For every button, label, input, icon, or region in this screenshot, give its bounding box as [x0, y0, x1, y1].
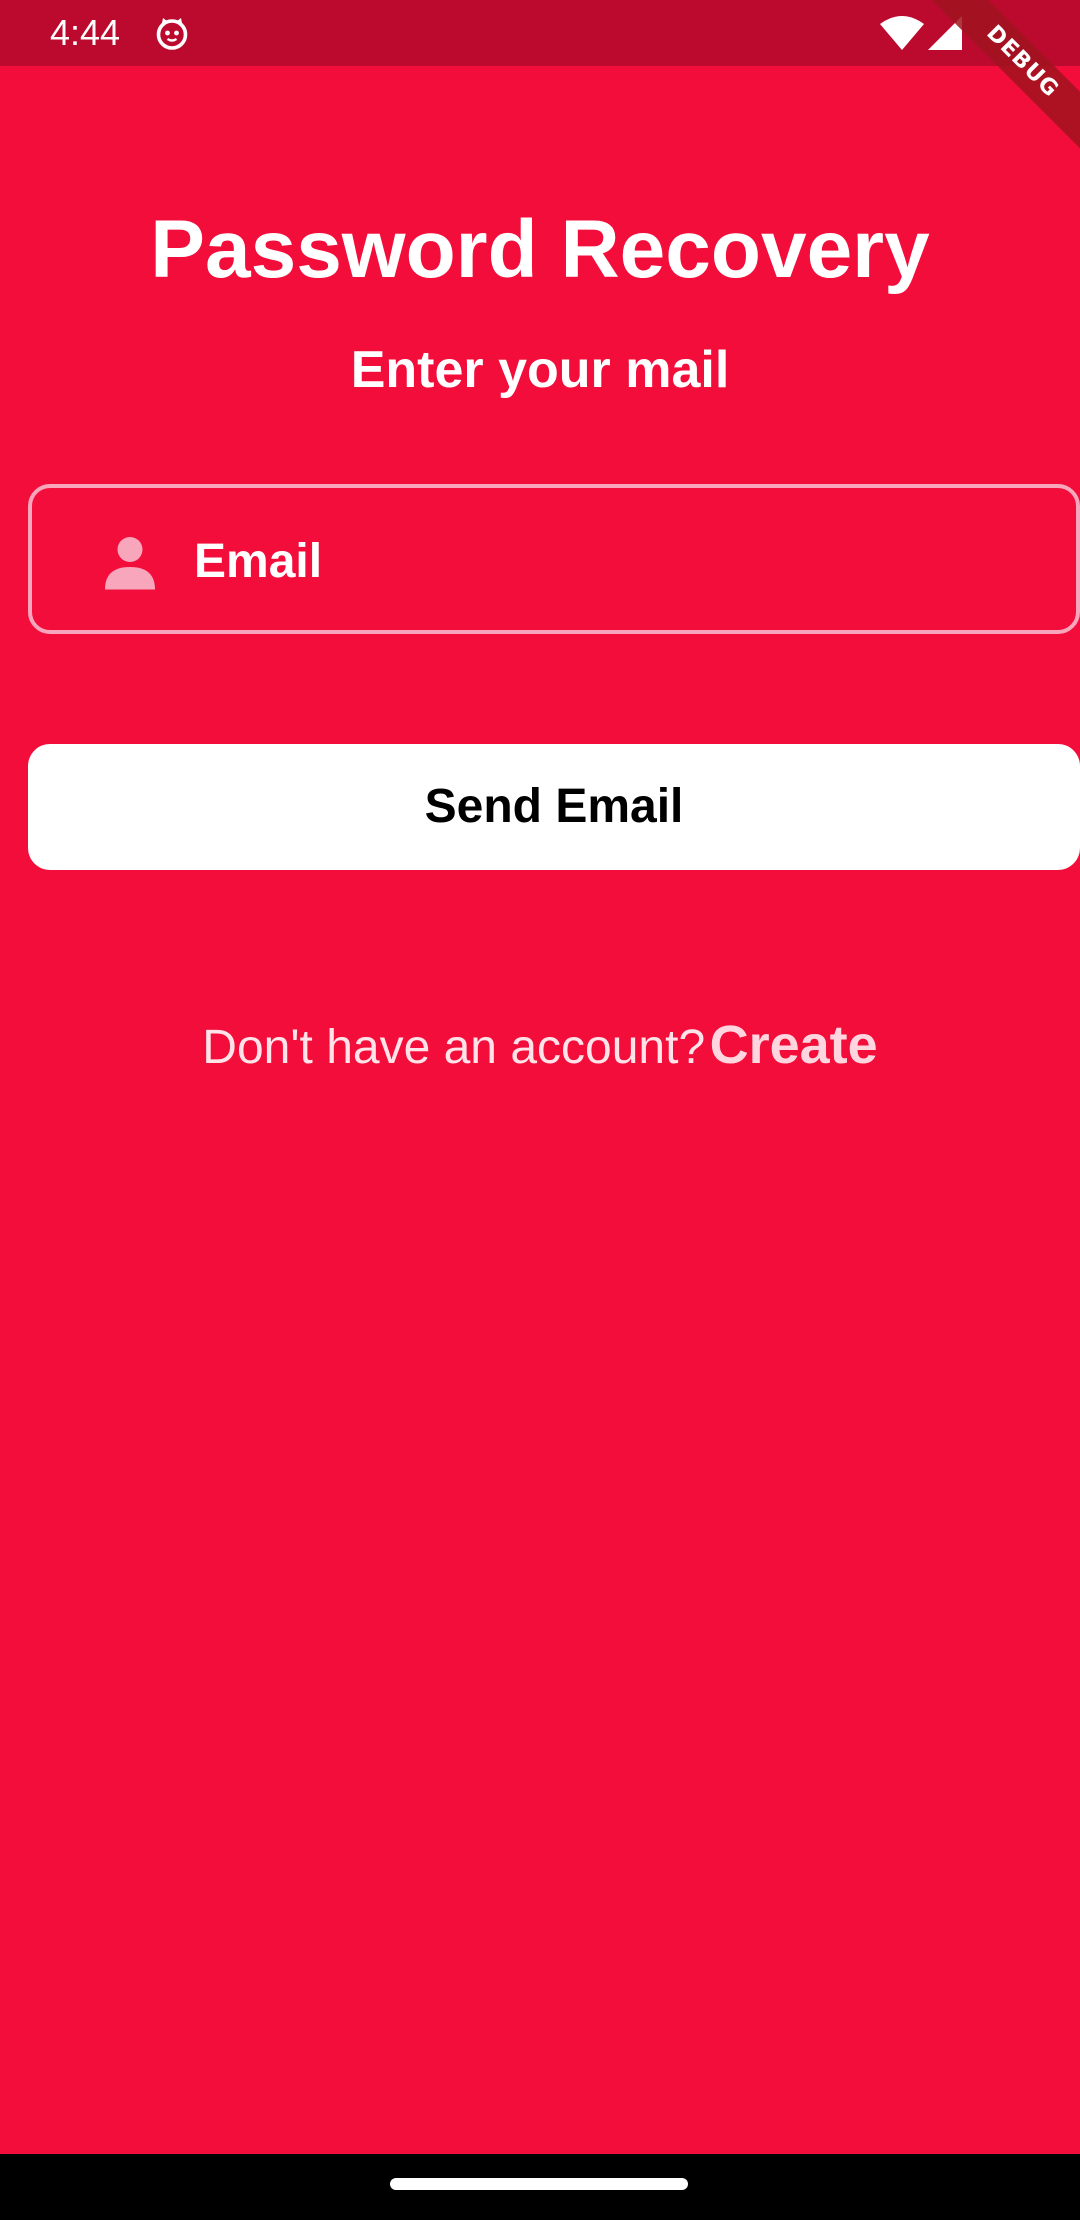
email-input[interactable]: [194, 528, 1054, 594]
create-account-link[interactable]: Create: [710, 1015, 878, 1075]
status-time: 4:44: [50, 12, 121, 53]
navigation-bar: [0, 2154, 1080, 2220]
send-email-button[interactable]: Send Email: [28, 744, 1080, 870]
email-field[interactable]: [28, 484, 1080, 634]
debug-banner: DEBUG: [920, 0, 1080, 160]
status-bar: 4:44: [0, 0, 1080, 66]
page-subtitle: Enter your mail: [350, 341, 730, 399]
person-icon: [105, 537, 155, 590]
wifi-icon: [880, 16, 924, 50]
page-title: Password Recovery: [150, 204, 930, 295]
signup-prompt: Don't have an account?: [202, 1021, 706, 1074]
home-indicator[interactable]: [390, 2178, 688, 2190]
cat-face-icon: [156, 18, 188, 50]
debug-banner-label: DEBUG: [923, 0, 1080, 160]
signup-row: Don't have an account? Create: [0, 1010, 1080, 1094]
